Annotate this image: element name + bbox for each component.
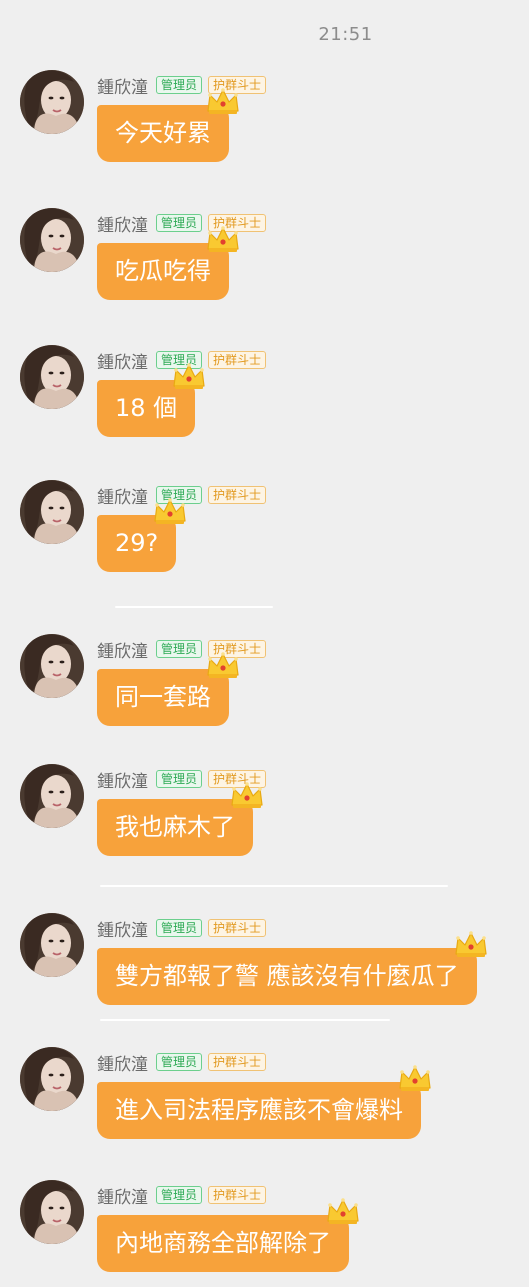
sender-name[interactable]: 鍾欣潼 bbox=[97, 211, 148, 236]
sender-name[interactable]: 鍾欣潼 bbox=[97, 1183, 148, 1208]
crown-icon bbox=[207, 652, 239, 678]
message-text: 吃瓜吃得 bbox=[115, 257, 211, 285]
admin-badge: 管理员 bbox=[156, 640, 203, 658]
message-text: 18 個 bbox=[115, 394, 178, 422]
message-text: 今天好累 bbox=[115, 119, 211, 147]
message-text: 進入司法程序應該不會爆料 bbox=[115, 1096, 403, 1124]
admin-badge: 管理员 bbox=[156, 214, 203, 232]
message-bubble[interactable]: 同一套路 bbox=[97, 652, 239, 726]
avatar[interactable] bbox=[20, 345, 84, 409]
crown-icon bbox=[173, 363, 205, 389]
divider bbox=[100, 1019, 390, 1021]
avatar[interactable] bbox=[20, 634, 84, 698]
crown-icon bbox=[399, 1065, 431, 1091]
sender-name[interactable]: 鍾欣潼 bbox=[97, 483, 148, 508]
avatar[interactable] bbox=[20, 764, 84, 828]
guard-badge: 护群斗士 bbox=[208, 1186, 267, 1204]
message-bubble[interactable]: 吃瓜吃得 bbox=[97, 226, 239, 300]
message-timestamp: 21:51 bbox=[318, 24, 373, 45]
sender-name[interactable]: 鍾欣潼 bbox=[97, 637, 148, 662]
crown-icon bbox=[231, 782, 263, 808]
sender-name[interactable]: 鍾欣潼 bbox=[97, 348, 148, 373]
sender-name[interactable]: 鍾欣潼 bbox=[97, 1050, 148, 1075]
avatar[interactable] bbox=[20, 1047, 84, 1111]
avatar[interactable] bbox=[20, 208, 84, 272]
message-header: 鍾欣潼 管理员 护群斗士 bbox=[97, 1183, 267, 1208]
sender-name[interactable]: 鍾欣潼 bbox=[97, 73, 148, 98]
guard-badge: 护群斗士 bbox=[208, 1053, 267, 1071]
avatar[interactable] bbox=[20, 913, 84, 977]
message-bubble[interactable]: 今天好累 bbox=[97, 88, 239, 162]
admin-badge: 管理员 bbox=[156, 919, 203, 937]
guard-badge: 护群斗士 bbox=[208, 351, 267, 369]
admin-badge: 管理员 bbox=[156, 1053, 203, 1071]
message-bubble[interactable]: 內地商務全部解除了 bbox=[97, 1198, 359, 1272]
avatar[interactable] bbox=[20, 480, 84, 544]
admin-badge: 管理员 bbox=[156, 76, 203, 94]
message-text: 29? bbox=[115, 529, 159, 557]
crown-icon bbox=[207, 226, 239, 252]
message-text: 我也麻木了 bbox=[115, 813, 235, 841]
message-text: 同一套路 bbox=[115, 683, 211, 711]
message-bubble[interactable]: 18 個 bbox=[97, 363, 205, 437]
crown-icon bbox=[455, 931, 487, 957]
guard-badge: 护群斗士 bbox=[208, 486, 267, 504]
crown-icon bbox=[154, 498, 186, 524]
divider bbox=[115, 606, 273, 608]
message-header: 鍾欣潼 管理员 护群斗士 bbox=[97, 1050, 267, 1075]
message-bubble[interactable]: 雙方都報了警 應該沒有什麼瓜了 bbox=[97, 931, 487, 1005]
message-header: 鍾欣潼 管理员 护群斗士 bbox=[97, 916, 267, 941]
message-bubble[interactable]: 進入司法程序應該不會爆料 bbox=[97, 1065, 431, 1139]
admin-badge: 管理员 bbox=[156, 770, 203, 788]
message-text: 內地商務全部解除了 bbox=[115, 1229, 331, 1257]
message-text: 雙方都報了警 應該沒有什麼瓜了 bbox=[115, 962, 459, 990]
message-bubble[interactable]: 29? bbox=[97, 498, 186, 572]
sender-name[interactable]: 鍾欣潼 bbox=[97, 767, 148, 792]
avatar[interactable] bbox=[20, 70, 84, 134]
sender-name[interactable]: 鍾欣潼 bbox=[97, 916, 148, 941]
crown-icon bbox=[327, 1198, 359, 1224]
guard-badge: 护群斗士 bbox=[208, 919, 267, 937]
message-bubble[interactable]: 我也麻木了 bbox=[97, 782, 263, 856]
crown-icon bbox=[207, 88, 239, 114]
avatar[interactable] bbox=[20, 1180, 84, 1244]
divider bbox=[100, 885, 448, 887]
admin-badge: 管理员 bbox=[156, 1186, 203, 1204]
